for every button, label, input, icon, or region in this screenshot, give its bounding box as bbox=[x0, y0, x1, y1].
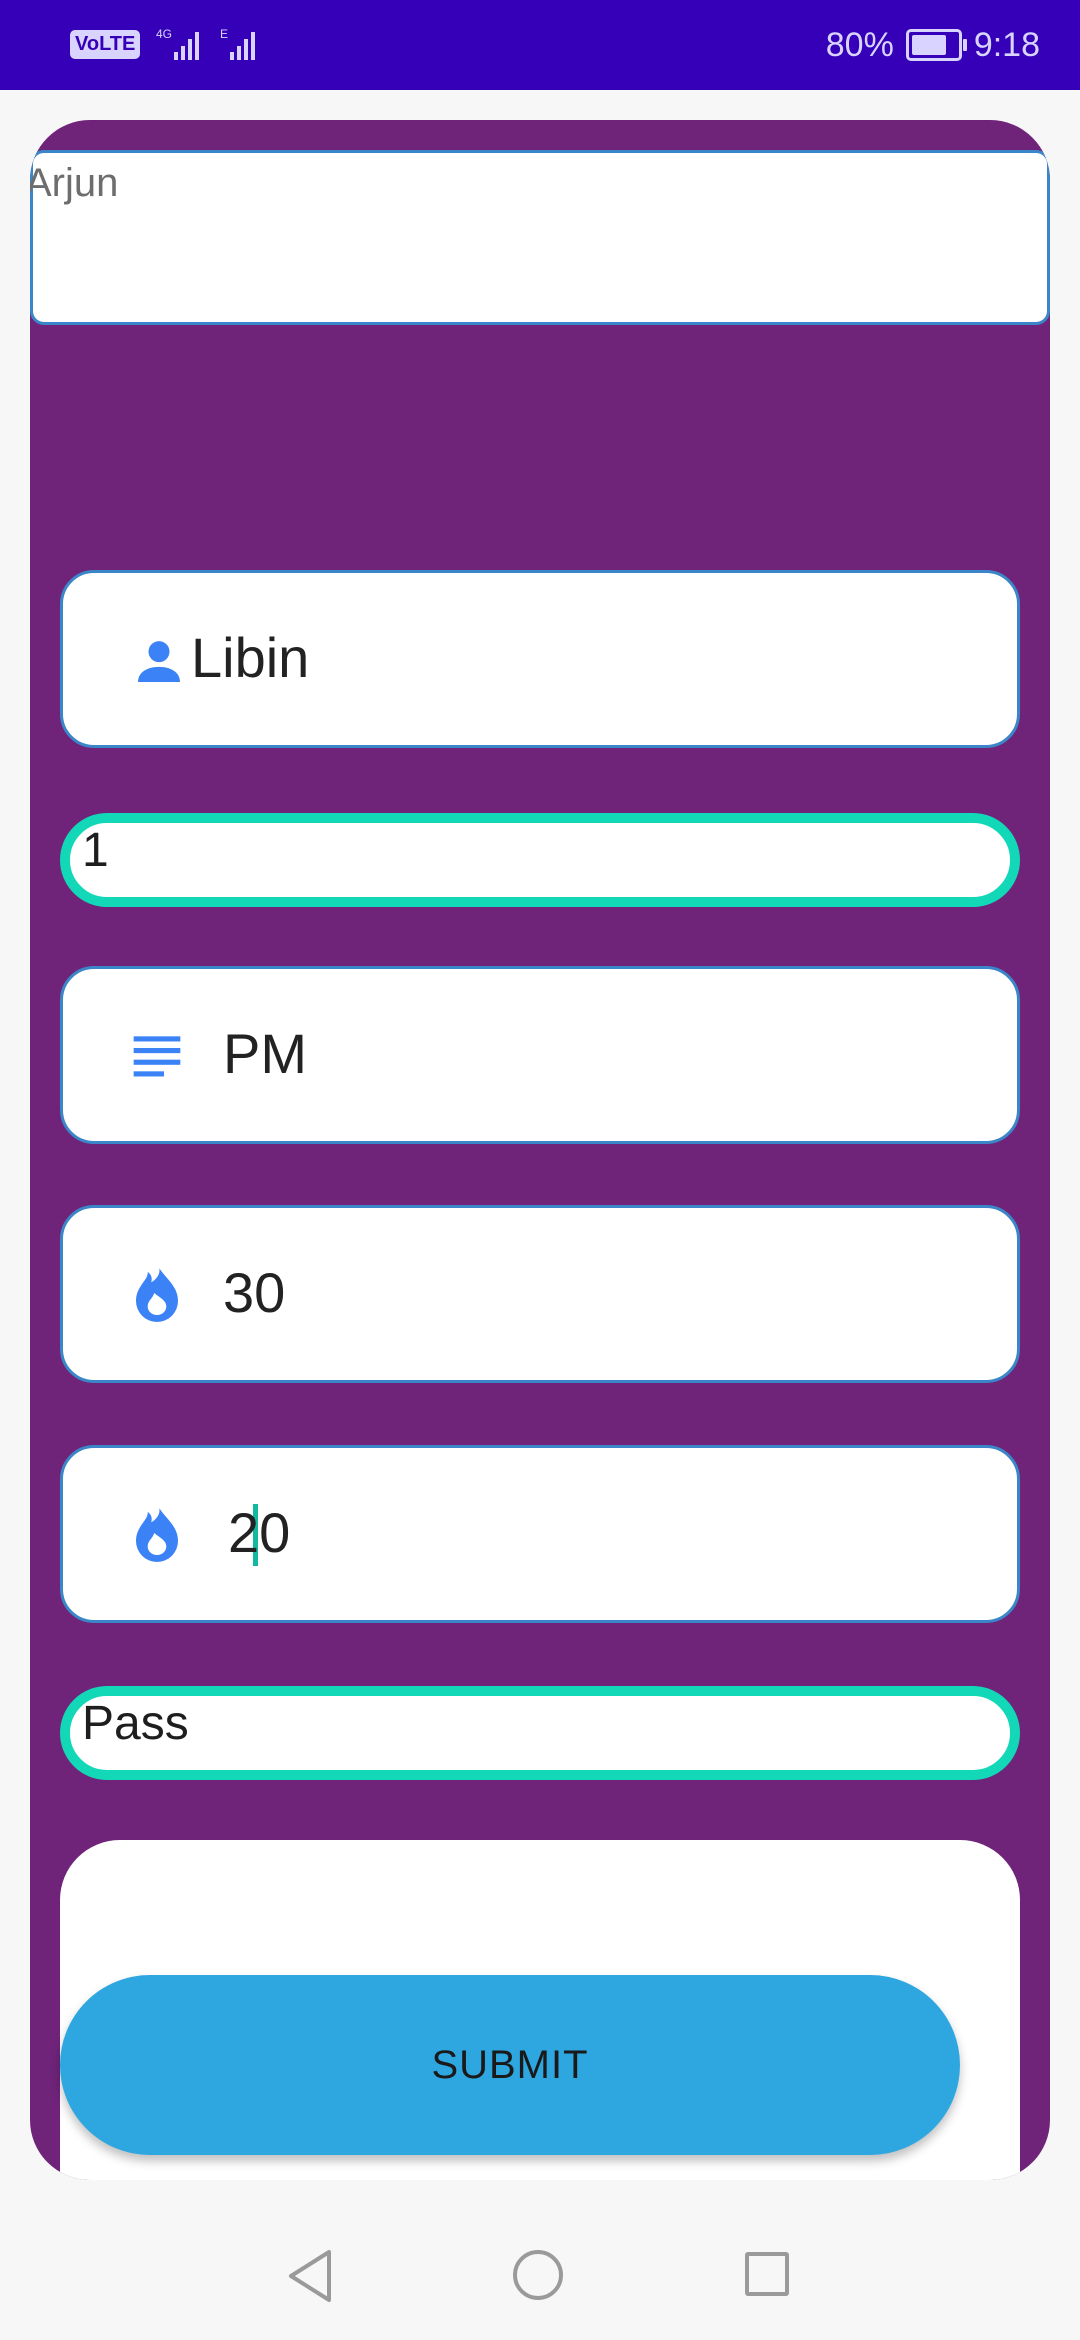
recents-icon[interactable] bbox=[745, 2252, 789, 2296]
volte-badge: VoLTE bbox=[70, 29, 141, 59]
back-icon[interactable] bbox=[285, 2248, 335, 2304]
form-card: Arjun Libin 1 PM 30 20 Pass bbox=[30, 120, 1050, 2180]
clock: 9:18 bbox=[973, 25, 1040, 64]
status-bar: VoLTE 4G E 80% 9:18 bbox=[0, 0, 1080, 90]
password-field[interactable]: Pass bbox=[60, 1686, 1020, 1780]
navigation-bar bbox=[0, 2190, 1080, 2340]
value-a-field-value: 30 bbox=[223, 1261, 286, 1324]
name-field[interactable]: Libin bbox=[60, 570, 1020, 748]
home-icon[interactable] bbox=[513, 2250, 563, 2300]
password-field-value: Pass bbox=[82, 1697, 189, 1750]
fire-icon bbox=[136, 1508, 178, 1562]
value-b-field[interactable]: 20 bbox=[60, 1445, 1020, 1623]
fire-icon bbox=[136, 1268, 178, 1322]
number-field-value: 1 bbox=[82, 824, 109, 877]
network-4g-label: 4G bbox=[156, 27, 172, 41]
period-field-value: PM bbox=[223, 1022, 307, 1085]
battery-percent: 80% bbox=[825, 25, 894, 64]
name-field-value: Libin bbox=[191, 626, 310, 689]
status-left: VoLTE 4G E bbox=[70, 24, 260, 64]
number-field[interactable]: 1 bbox=[60, 813, 1020, 907]
person-icon bbox=[138, 641, 180, 682]
battery-icon bbox=[905, 29, 967, 61]
status-right: 80% 9:18 bbox=[826, 22, 1040, 68]
submit-button[interactable]: SUBMIT bbox=[60, 1975, 960, 2155]
signal-4g-icon: 4G bbox=[156, 27, 200, 60]
signal-e-icon: E bbox=[220, 27, 256, 60]
subject-lines-icon bbox=[133, 1036, 181, 1077]
value-a-field[interactable]: 30 bbox=[60, 1205, 1020, 1383]
network-e-label: E bbox=[220, 27, 228, 41]
submit-button-label: SUBMIT bbox=[431, 2042, 589, 2087]
value-b-field-value: 20 bbox=[228, 1501, 291, 1564]
top-text-field-value: Arjun bbox=[30, 161, 119, 205]
period-field[interactable]: PM bbox=[60, 966, 1020, 1144]
top-text-field[interactable]: Arjun bbox=[30, 150, 1050, 325]
